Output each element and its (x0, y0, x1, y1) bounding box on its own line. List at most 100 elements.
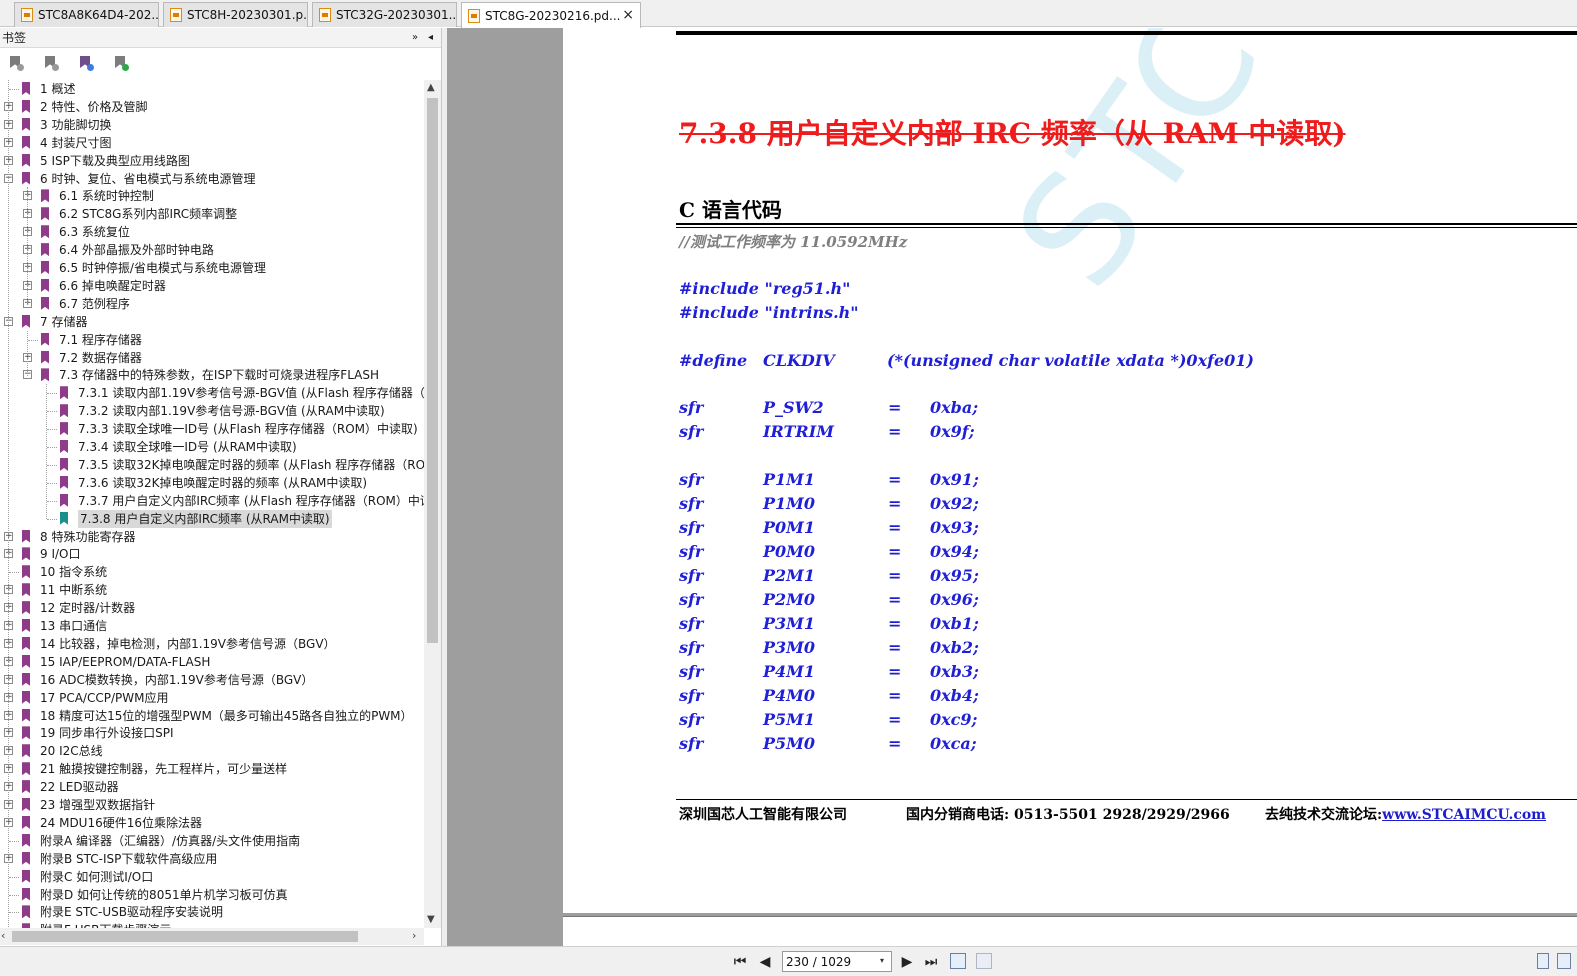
single-page-view-icon[interactable] (1537, 953, 1549, 969)
bookmark-collapse-all-icon[interactable] (43, 56, 59, 71)
tab-stc32g[interactable]: STC32G-20230301.... (312, 2, 457, 27)
previous-page-button[interactable]: ◀ (756, 952, 774, 972)
bookmark-item[interactable]: +23 增强型双数据指针 (0, 796, 424, 814)
bookmark-item[interactable]: +20 I2C总线 (0, 742, 424, 760)
pdf-file-icon (21, 8, 33, 22)
bookmark-item[interactable]: +6.6 掉电唤醒定时器 (0, 277, 424, 295)
bookmark-item[interactable]: +9 I/O口 (0, 545, 424, 563)
bookmark-item[interactable]: 附录A 编译器（汇编器）/仿真器/头文件使用指南 (0, 832, 424, 850)
continuous-view-icon[interactable] (1557, 953, 1571, 969)
history-forward-icon[interactable] (976, 953, 992, 969)
bookmark-item[interactable]: +6.4 外部晶振及外部时钟电路 (0, 241, 424, 259)
sfr-address: 0xb1; (930, 614, 979, 633)
bookmark-item[interactable]: +16 ADC模数转换，内部1.19V参考信号源（BGV） (0, 671, 424, 689)
bookmark-item[interactable]: 7.1 程序存储器 (0, 331, 424, 349)
expand-panel-icon[interactable]: » (412, 28, 418, 48)
bookmark-item[interactable]: +13 串口通信 (0, 617, 424, 635)
bookmark-item[interactable]: +24 MDU16硬件16位乘除法器 (0, 814, 424, 832)
bookmark-item[interactable]: 7.3.5 读取32K掉电唤醒定时器的频率 (从Flash 程序存储器（ROM）… (0, 456, 424, 474)
bookmark-label: 12 定时器/计数器 (40, 601, 136, 616)
document-view[interactable]: STC MCU 7.3.8 用户自定义内部 IRC 频率（从 RAM 中读取) … (447, 28, 1577, 946)
next-page-button[interactable]: ▶ (898, 952, 916, 972)
bookmark-item[interactable]: +11 中断系统 (0, 581, 424, 599)
bookmarks-panel: 书签 » ◂ 1 概述 +2 特性、价格及管脚 +3 功能脚切换 +4 封装尺寸图 +5… (0, 28, 442, 946)
bookmark-item[interactable]: + 附录B STC-ISP下载软件高级应用 (0, 850, 424, 868)
bookmark-item[interactable]: 附录C 如何测试I/O口 (0, 868, 424, 886)
bookmark-item[interactable]: 7.3.8 用户自定义内部IRC频率 (从RAM中读取) (0, 509, 424, 528)
bookmark-item[interactable]: +15 IAP/EEPROM/DATA-FLASH (0, 653, 424, 671)
scroll-right-icon[interactable]: › (412, 929, 416, 942)
bookmark-item[interactable]: +14 比较器，掉电检测，内部1.19V参考信号源（BGV） (0, 635, 424, 653)
bookmark-item[interactable]: 7.3.1 读取内部1.19V参考信号源-BGV值 (从Flash 程序存储器（… (0, 384, 424, 402)
bookmark-item[interactable]: 7.3.3 读取全球唯一ID号 (从Flash 程序存储器（ROM）中读取) (0, 420, 424, 438)
tab-stc8a8k64d4[interactable]: STC8A8K64D4-202... (14, 2, 159, 27)
tab-stc8g[interactable]: STC8G-20230216.pd... × (461, 2, 641, 28)
bookmark-item[interactable]: +12 定时器/计数器 (0, 599, 424, 617)
bookmark-item[interactable]: +6.1 系统时钟控制 (0, 187, 424, 205)
bookmark-find-current-icon[interactable] (113, 56, 129, 71)
collapse-panel-icon[interactable]: ◂ (428, 28, 433, 48)
bookmark-item[interactable]: +6.3 系统复位 (0, 223, 424, 241)
scroll-down-icon[interactable]: ▼ (427, 914, 435, 925)
bookmark-label: 6.5 时钟停振/省电模式与系统电源管理 (59, 261, 266, 275)
tree-connector (47, 429, 57, 431)
bookmark-item[interactable]: −7.3 存储器中的特殊参数，在ISP下载时可烧录进程序FLASH (0, 366, 424, 384)
page-dropdown-icon[interactable]: ▾ (880, 956, 884, 965)
scroll-up-icon[interactable]: ▲ (427, 82, 435, 93)
sfr-name: P3M0 (763, 638, 816, 657)
bookmark-item[interactable]: +3 功能脚切换 (0, 116, 424, 134)
bookmark-item[interactable]: −7 存储器 (0, 313, 424, 331)
tab-stc8h[interactable]: STC8H-20230301.p... (163, 2, 308, 27)
bookmark-item[interactable]: +18 精度可达15位的增强型PWM（最多可输出45路各自独立的PWM） (0, 707, 424, 725)
bookmark-item[interactable]: +2 特性、价格及管脚 (0, 98, 424, 116)
bookmark-item[interactable]: 1 概述 (0, 80, 424, 98)
bookmark-tree: 1 概述 +2 特性、价格及管脚 +3 功能脚切换 +4 封装尺寸图 +5 ISP下载及… (0, 80, 424, 928)
bookmark-item[interactable]: +17 PCA/CCP/PWM应用 (0, 689, 424, 707)
tree-connector (47, 464, 57, 466)
bookmark-icon (22, 601, 30, 615)
footer-company: 深圳国芯人工智能有限公司 (679, 807, 847, 823)
bookmark-item[interactable]: 7.3.7 用户自定义内部IRC频率 (从Flash 程序存储器（ROM）中读取… (0, 492, 424, 510)
first-page-button[interactable]: ⏮ (731, 952, 749, 972)
bookmark-item[interactable]: 7.3.2 读取内部1.19V参考信号源-BGV值 (从RAM中读取) (0, 402, 424, 420)
bookmark-item[interactable]: +7.2 数据存储器 (0, 349, 424, 367)
bookmark-item[interactable]: 附录F USB下载步骤演示 (0, 921, 424, 928)
bookmark-item[interactable]: +8 特殊功能寄存器 (0, 528, 424, 546)
last-page-button[interactable]: ⏭ (922, 952, 940, 972)
forum-link[interactable]: www.STCAIMCU.com (1382, 807, 1546, 823)
scroll-left-icon[interactable]: ‹ (1, 929, 5, 942)
bookmark-item[interactable]: +4 封装尺寸图 (0, 134, 424, 152)
bookmark-item[interactable]: +22 LED驱动器 (0, 778, 424, 796)
sfr-name: P2M1 (763, 566, 816, 585)
bookmark-goto-icon[interactable] (78, 56, 94, 71)
bookmark-item[interactable]: 附录D 如何让传统的8051单片机学习板可仿真 (0, 886, 424, 904)
bookmark-item[interactable]: 10 指令系统 (0, 563, 424, 581)
bookmark-item[interactable]: +6.5 时钟停振/省电模式与系统电源管理 (0, 259, 424, 277)
bookmark-icon (22, 708, 30, 722)
bookmark-item[interactable]: +5 ISP下载及典型应用线路图 (0, 152, 424, 170)
bookmark-icon (22, 153, 30, 167)
bookmark-item[interactable]: +6.2 STC8G系列内部IRC频率调整 (0, 205, 424, 223)
bookmark-item[interactable]: +21 触摸按键控制器，先工程样片，可少量送样 (0, 760, 424, 778)
bookmark-item[interactable]: +6.7 范例程序 (0, 295, 424, 313)
bookmark-expand-all-icon[interactable] (8, 56, 24, 71)
history-back-icon[interactable] (950, 953, 966, 969)
bookmark-item[interactable]: 附录E STC-USB驱动程序安装说明 (0, 903, 424, 921)
sfr-name: P4M0 (763, 686, 816, 705)
bookmark-item[interactable]: 7.3.4 读取全球唯一ID号 (从RAM中读取) (0, 438, 424, 456)
bookmarks-vertical-scrollbar[interactable]: ▲ ▼ (424, 80, 441, 928)
scrollbar-thumb[interactable] (427, 98, 438, 643)
sfr-equals: = (888, 590, 902, 609)
bookmarks-horizontal-scrollbar[interactable]: ‹ › (0, 928, 424, 945)
bookmark-label: 15 IAP/EEPROM/DATA-FLASH (40, 654, 211, 669)
bookmark-icon (22, 726, 30, 740)
bookmark-item[interactable]: +19 同步串行外设接口SPI (0, 724, 424, 742)
sfr-keyword: sfr (679, 518, 704, 537)
close-tab-icon[interactable]: × (622, 7, 634, 23)
scrollbar-thumb[interactable] (12, 931, 358, 942)
bookmark-label: 7.1 程序存储器 (59, 332, 142, 347)
bookmark-label: 4 封装尺寸图 (40, 135, 112, 150)
bookmark-item[interactable]: 7.3.6 读取32K掉电唤醒定时器的频率 (从RAM中读取) (0, 474, 424, 492)
page-number-input[interactable] (782, 951, 892, 972)
bookmark-item[interactable]: −6 时钟、复位、省电模式与系统电源管理 (0, 170, 424, 188)
